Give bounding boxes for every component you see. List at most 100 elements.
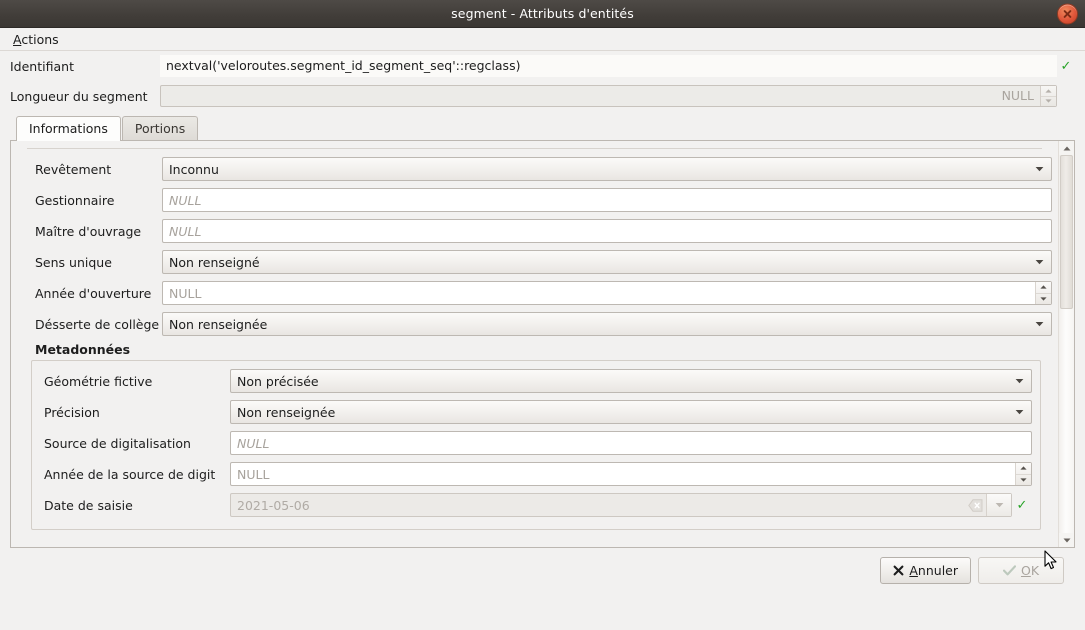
row-sens-unique: Sens unique Non renseigné xyxy=(17,249,1052,275)
spin-up-icon[interactable] xyxy=(1036,282,1051,293)
label-geometrie-fictive: Géométrie fictive xyxy=(44,373,153,389)
row-annee-ouverture: Année d'ouverture NULL xyxy=(17,280,1052,306)
source-digitalisation-input[interactable]: NULL xyxy=(230,431,1032,455)
check-icon xyxy=(1002,564,1016,576)
annee-ouverture-value: NULL xyxy=(169,285,202,301)
longueur-segment-spinbox: NULL xyxy=(160,85,1057,107)
cancel-mnemonic: A xyxy=(909,562,918,578)
window-titlebar: segment - Attributs d'entités xyxy=(0,0,1085,28)
annee-source-digit-value: NULL xyxy=(237,466,270,482)
scrollbar-thumb[interactable] xyxy=(1060,155,1073,309)
maitre-ouvrage-placeholder: NULL xyxy=(169,223,202,239)
ok-button[interactable]: OK xyxy=(978,556,1064,584)
sens-unique-combobox[interactable]: Non renseigné xyxy=(162,250,1052,274)
longueur-segment-value: NULL xyxy=(1001,88,1034,103)
date-saisie-valid-check-icon: ✓ xyxy=(1016,497,1028,513)
cancel-rest: nnuler xyxy=(917,562,958,578)
field-annee-source-digit: NULL xyxy=(230,462,1032,486)
identifiant-input[interactable]: nextval('veloroutes.segment_id_segment_s… xyxy=(160,55,1057,77)
menu-actions[interactable]: Actions xyxy=(9,30,63,49)
cancel-button-label: Annuler xyxy=(909,563,958,578)
group-metadonnees: Metadonnées Géométrie fictive Non précis… xyxy=(17,342,1052,530)
identifiant-valid-check-icon: ✓ xyxy=(1060,58,1072,74)
label-identifiant: Identifiant xyxy=(10,58,74,74)
form-vertical-scrollbar[interactable] xyxy=(1058,141,1074,547)
maitre-ouvrage-input[interactable]: NULL xyxy=(162,219,1052,243)
dialog-button-bar: Annuler OK xyxy=(10,548,1075,592)
label-date-saisie: Date de saisie xyxy=(44,497,133,513)
field-source-digitalisation: NULL xyxy=(230,431,1032,455)
row-desserte-college: Désserte de collège Non renseignée xyxy=(17,311,1052,337)
label-annee-ouverture: Année d'ouverture xyxy=(35,285,152,301)
clear-icon xyxy=(964,494,986,516)
row-geometrie-fictive: Géométrie fictive Non précisée xyxy=(32,368,1032,394)
row-precision: Précision Non renseignée xyxy=(32,399,1032,425)
cancel-button[interactable]: Annuler xyxy=(880,556,971,584)
form-scroll-area: Revêtement Inconnu Gestionnaire NULL Maî… xyxy=(10,140,1075,548)
desserte-college-value: Non renseignée xyxy=(169,316,268,332)
field-geometrie-fictive: Non précisée xyxy=(230,369,1032,393)
sens-unique-value: Non renseigné xyxy=(169,254,260,270)
revetement-value: Inconnu xyxy=(169,161,219,177)
field-maitre-ouvrage: NULL xyxy=(162,219,1052,243)
dialog-body: Identifiant nextval('veloroutes.segment_… xyxy=(0,51,1085,592)
precision-combobox[interactable]: Non renseignée xyxy=(230,400,1032,424)
annee-source-digit-spin-buttons[interactable] xyxy=(1015,463,1031,485)
label-precision: Précision xyxy=(44,404,100,420)
row-maitre-ouvrage: Maître d'ouvrage NULL xyxy=(17,218,1052,244)
spin-down-icon[interactable] xyxy=(1016,473,1031,486)
revetement-combobox[interactable]: Inconnu xyxy=(162,157,1052,181)
field-annee-ouverture: NULL xyxy=(162,281,1052,305)
chevron-down-icon xyxy=(1033,166,1045,172)
field-gestionnaire: NULL xyxy=(162,188,1052,212)
row-revetement: Revêtement Inconnu xyxy=(17,156,1052,182)
form-top-separator xyxy=(27,148,1042,149)
annee-ouverture-spinbox[interactable]: NULL xyxy=(162,281,1052,305)
gestionnaire-placeholder: NULL xyxy=(169,192,202,208)
precision-value: Non renseignée xyxy=(237,404,336,420)
menubar: Actions xyxy=(0,28,1085,51)
ok-mnemonic: O xyxy=(1020,562,1031,578)
chevron-down-icon xyxy=(1033,321,1045,327)
tabbar: Informations Portions xyxy=(10,116,1075,141)
row-source-digitalisation: Source de digitalisation NULL xyxy=(32,430,1032,456)
group-metadonnees-title: Metadonnées xyxy=(35,342,131,357)
calendar-dropdown-icon xyxy=(986,494,1011,516)
cross-icon xyxy=(893,565,904,576)
row-date-saisie: Date de saisie 2021-05-06 ✓ xyxy=(32,492,1032,518)
tab-portions[interactable]: Portions xyxy=(121,116,199,140)
field-desserte-college: Non renseignée xyxy=(162,312,1052,336)
desserte-college-combobox[interactable]: Non renseignée xyxy=(162,312,1052,336)
spin-down-icon xyxy=(1041,95,1056,107)
scroll-down-arrow-icon[interactable] xyxy=(1059,533,1074,547)
tab-informations[interactable]: Informations xyxy=(16,116,121,141)
date-saisie-dateedit: 2021-05-06 xyxy=(230,493,1012,517)
label-maitre-ouvrage: Maître d'ouvrage xyxy=(35,223,142,239)
gestionnaire-input[interactable]: NULL xyxy=(162,188,1052,212)
menu-actions-label: ctions xyxy=(21,31,59,47)
scrollbar-track[interactable] xyxy=(1059,155,1074,533)
geometrie-fictive-combobox[interactable]: Non précisée xyxy=(230,369,1032,393)
spin-up-icon[interactable] xyxy=(1016,463,1031,474)
label-sens-unique: Sens unique xyxy=(35,254,112,270)
spin-down-icon[interactable] xyxy=(1036,292,1051,305)
annee-source-digit-spinbox[interactable]: NULL xyxy=(230,462,1032,486)
group-metadonnees-frame: Géométrie fictive Non précisée Précision… xyxy=(31,360,1041,530)
field-revetement: Inconnu xyxy=(162,157,1052,181)
row-longueur-segment: Longueur du segment NULL xyxy=(10,81,1075,111)
ok-rest: K xyxy=(1030,562,1040,578)
chevron-down-icon xyxy=(1033,259,1045,265)
window-title: segment - Attributs d'entités xyxy=(451,6,634,21)
scroll-up-arrow-icon[interactable] xyxy=(1059,141,1074,155)
label-revetement: Revêtement xyxy=(35,161,112,177)
source-digitalisation-placeholder: NULL xyxy=(237,435,270,451)
spin-up-icon xyxy=(1041,86,1056,96)
annee-ouverture-spin-buttons[interactable] xyxy=(1035,282,1051,304)
close-icon[interactable] xyxy=(1057,3,1078,24)
field-sens-unique: Non renseigné xyxy=(162,250,1052,274)
geometrie-fictive-value: Non précisée xyxy=(237,373,319,389)
label-longueur-segment: Longueur du segment xyxy=(10,88,148,104)
date-saisie-value: 2021-05-06 xyxy=(237,497,310,513)
label-annee-source-digit: Année de la source de digit xyxy=(44,466,216,482)
label-desserte-college: Désserte de collège xyxy=(35,316,160,332)
